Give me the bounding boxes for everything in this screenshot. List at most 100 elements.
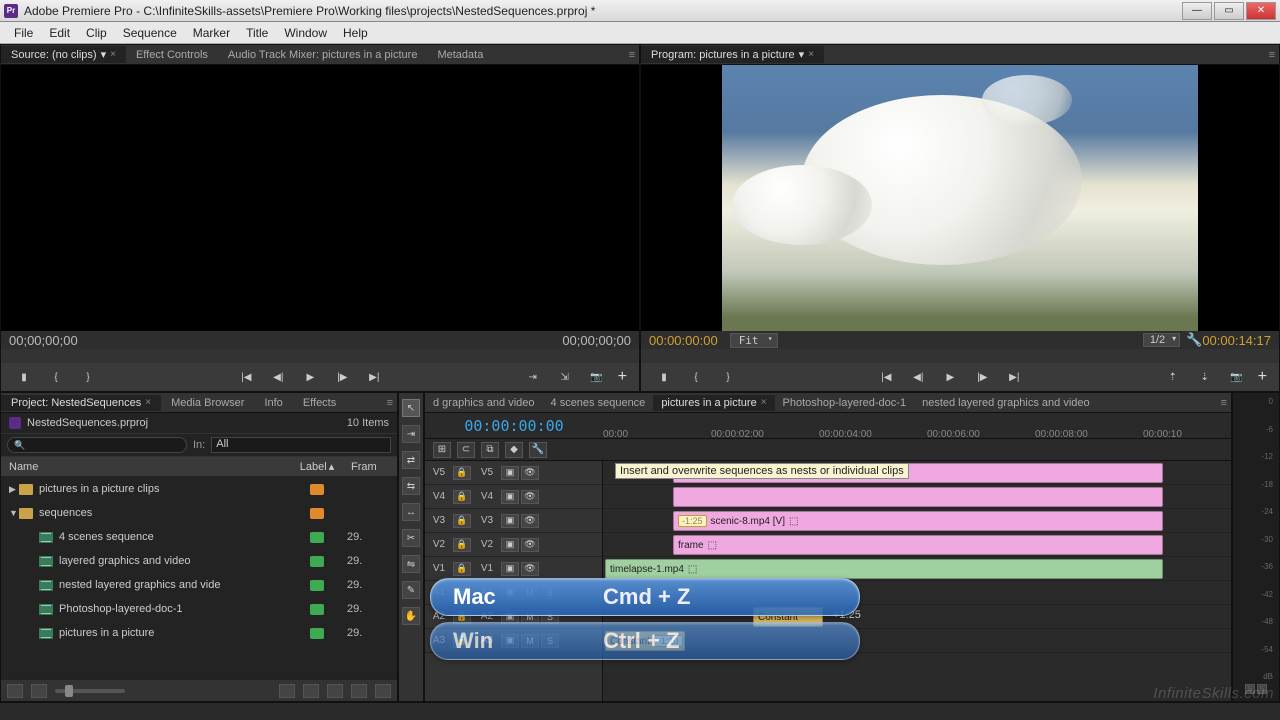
program-tc-current[interactable]: 00:00:00:00 [649, 333, 718, 348]
panel-menu-icon[interactable]: ≡ [629, 49, 639, 61]
dropdown-icon[interactable]: ▾ [101, 48, 107, 61]
sequence-tab[interactable]: d graphics and video [425, 395, 543, 411]
mark-icon[interactable]: { [685, 368, 707, 386]
sequence-row[interactable]: nested layered graphics and vide29. [1, 573, 397, 597]
export-frame-icon[interactable]: 📷 [586, 368, 608, 386]
lock-icon[interactable]: 🔒 [453, 490, 471, 504]
extract-icon[interactable]: ⇣ [1194, 368, 1216, 386]
goto-in-icon[interactable]: |◀ [235, 368, 257, 386]
rolling-tool-icon[interactable]: ⇆ [402, 477, 420, 495]
play-icon[interactable]: ▶ [299, 368, 321, 386]
resolution-dropdown[interactable]: 1/2 [1143, 333, 1180, 347]
label-swatch[interactable] [310, 556, 324, 567]
source-tab[interactable]: Audio Track Mixer: pictures in a picture [218, 47, 428, 63]
marker-icon[interactable]: ◆ [505, 442, 523, 458]
col-name[interactable]: Name [1, 461, 287, 473]
lock-icon[interactable]: 🔒 [453, 538, 471, 552]
track-header-v3[interactable]: V3🔒V3▣👁 [425, 509, 602, 533]
new-item-icon[interactable] [351, 684, 367, 698]
mark-out-icon[interactable]: } [717, 368, 739, 386]
menu-edit[interactable]: Edit [41, 24, 78, 42]
menu-help[interactable]: Help [335, 24, 376, 42]
program-tab[interactable]: Program: pictures in a picture ▾ × [641, 46, 824, 63]
eye-icon[interactable]: 👁 [521, 490, 539, 504]
disclosure-icon[interactable]: ▼ [9, 508, 19, 518]
button-editor-icon[interactable]: + [618, 368, 627, 386]
col-label[interactable]: Label ▴ [287, 460, 347, 473]
menu-clip[interactable]: Clip [78, 24, 115, 42]
track-select-tool-icon[interactable]: ⇥ [402, 425, 420, 443]
project-tab[interactable]: Info [254, 395, 292, 411]
new-bin-icon[interactable] [327, 684, 343, 698]
label-swatch[interactable] [310, 580, 324, 591]
icon-view-icon[interactable] [31, 684, 47, 698]
project-tab[interactable]: Project: NestedSequences× [1, 395, 161, 411]
hand-tool-icon[interactable]: ✋ [402, 607, 420, 625]
target-icon[interactable]: ▣ [501, 466, 519, 480]
trash-icon[interactable] [375, 684, 391, 698]
sequence-tab[interactable]: pictures in a picture× [653, 395, 774, 411]
menu-file[interactable]: File [6, 24, 41, 42]
zoom-slider[interactable] [55, 689, 125, 693]
snap-icon[interactable]: ⊂ [457, 442, 475, 458]
rate-stretch-tool-icon[interactable]: ↔ [402, 503, 420, 521]
col-frame[interactable]: Fram [347, 461, 397, 473]
playhead-timecode[interactable]: 00:00:00:00 [425, 417, 603, 435]
close-tab-icon[interactable]: × [145, 397, 151, 408]
label-swatch[interactable] [310, 508, 324, 519]
auto-match-icon[interactable] [279, 684, 295, 698]
target-icon[interactable]: ▣ [501, 538, 519, 552]
panel-menu-icon[interactable]: ≡ [1269, 49, 1279, 61]
filter-in-dropdown[interactable]: All [211, 437, 391, 453]
play-icon[interactable]: ▶ [939, 368, 961, 386]
goto-out-icon[interactable]: ▶| [363, 368, 385, 386]
eye-icon[interactable]: 👁 [521, 514, 539, 528]
step-back-icon[interactable]: ◀| [907, 368, 929, 386]
menu-marker[interactable]: Marker [185, 24, 238, 42]
selection-tool-icon[interactable]: ↖ [402, 399, 420, 417]
track-v3[interactable]: -1:25 scenic-8.mp4 [V] ⬚ [603, 509, 1231, 533]
maximize-button[interactable]: ▭ [1214, 2, 1244, 20]
disclosure-icon[interactable]: ▶ [9, 484, 19, 495]
sequence-tab[interactable]: Photoshop-layered-doc-1 [775, 395, 915, 411]
nest-toggle-icon[interactable]: ⊞ [433, 442, 451, 458]
source-tc-out[interactable]: 00;00;00;00 [562, 333, 631, 348]
lock-icon[interactable]: 🔒 [453, 514, 471, 528]
lift-icon[interactable]: ⇡ [1162, 368, 1184, 386]
goto-in-icon[interactable]: |◀ [875, 368, 897, 386]
linked-selection-icon[interactable]: ⧉ [481, 442, 499, 458]
mark-in-icon[interactable]: ▮ [653, 368, 675, 386]
sequence-row[interactable]: Photoshop-layered-doc-129. [1, 597, 397, 621]
overwrite-icon[interactable]: ⇲ [554, 368, 576, 386]
clip[interactable]: -1:25 scenic-8.mp4 [V] ⬚ [673, 511, 1163, 531]
sequence-row[interactable]: layered graphics and video29. [1, 549, 397, 573]
sequence-tab[interactable]: nested layered graphics and video [914, 395, 1098, 411]
source-tab[interactable]: Source: (no clips) ▾× [1, 46, 126, 63]
bin-row[interactable]: ▼sequences [1, 501, 397, 525]
ripple-tool-icon[interactable]: ⇄ [402, 451, 420, 469]
close-tab-icon[interactable]: × [808, 49, 814, 60]
source-tc-in[interactable]: 00;00;00;00 [9, 333, 78, 348]
sequence-tab[interactable]: 4 scenes sequence [543, 395, 654, 411]
find-icon[interactable] [303, 684, 319, 698]
step-fwd-icon[interactable]: |▶ [971, 368, 993, 386]
lock-icon[interactable]: 🔒 [453, 562, 471, 576]
mark-in-icon[interactable]: ▮ [13, 368, 35, 386]
menu-window[interactable]: Window [276, 24, 335, 42]
label-swatch[interactable] [310, 604, 324, 615]
slip-tool-icon[interactable]: ⇋ [402, 555, 420, 573]
clip[interactable]: frame ⬚ [673, 535, 1163, 555]
label-swatch[interactable] [310, 628, 324, 639]
panel-menu-icon[interactable]: ≡ [387, 397, 397, 409]
razor-tool-icon[interactable]: ✂ [402, 529, 420, 547]
sequence-row[interactable]: 4 scenes sequence29. [1, 525, 397, 549]
step-fwd-icon[interactable]: |▶ [331, 368, 353, 386]
pen-tool-icon[interactable]: ✎ [402, 581, 420, 599]
menu-title[interactable]: Title [238, 24, 276, 42]
source-tab[interactable]: Metadata [427, 47, 493, 63]
close-tab-icon[interactable]: × [761, 397, 767, 408]
settings-icon[interactable]: 🔧 [1186, 332, 1202, 348]
track-header-v2[interactable]: V2🔒V2▣👁 [425, 533, 602, 557]
close-tab-icon[interactable]: × [110, 49, 116, 60]
goto-out-icon[interactable]: ▶| [1003, 368, 1025, 386]
